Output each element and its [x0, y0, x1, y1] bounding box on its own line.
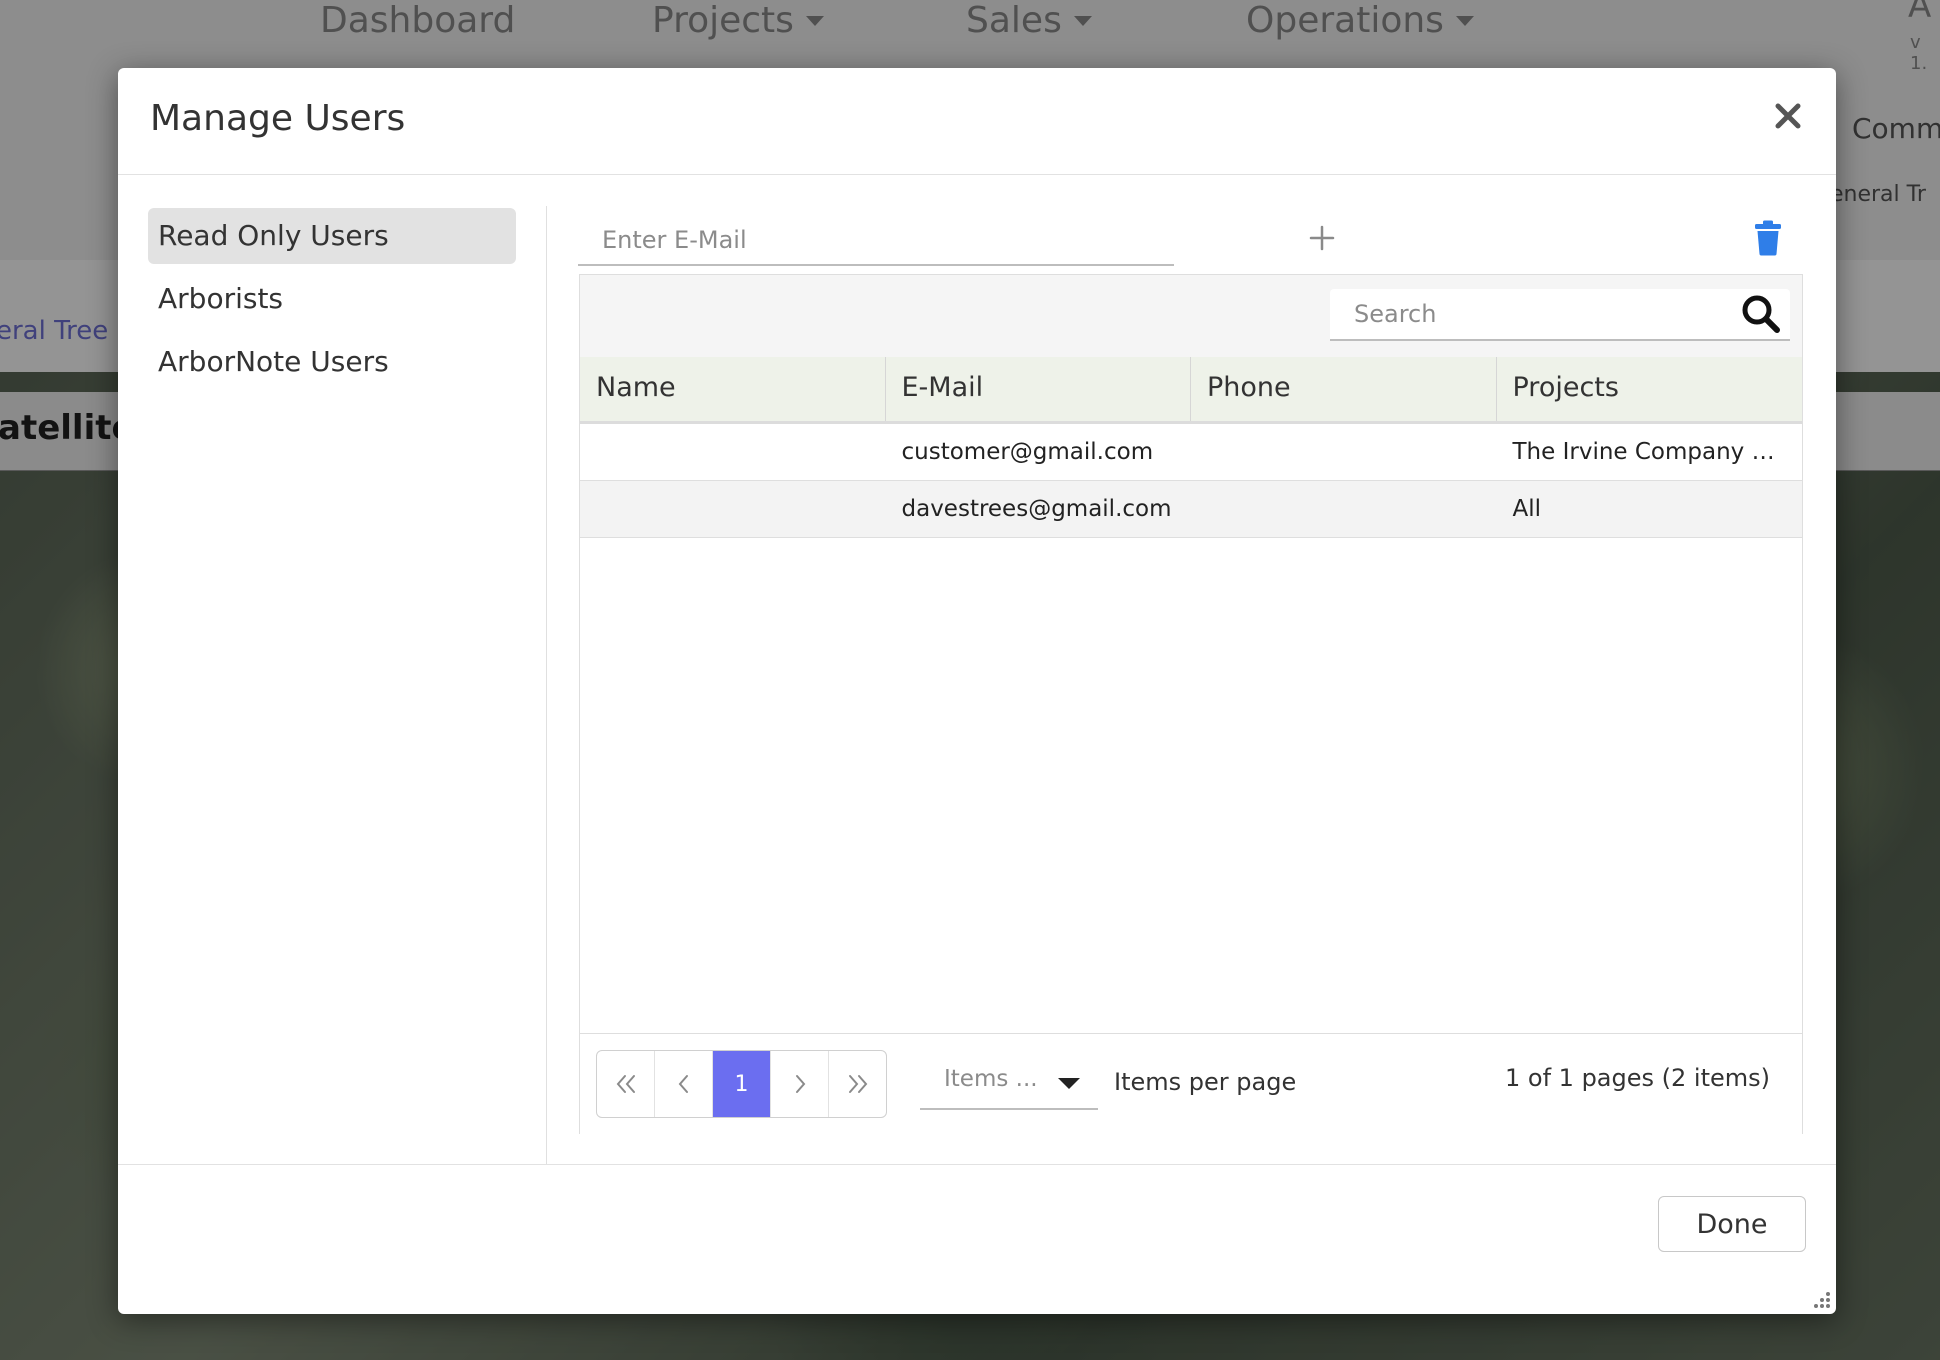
- add-user-button[interactable]: [1300, 216, 1344, 260]
- dialog-header: Manage Users: [118, 68, 1836, 175]
- items-per-page-value: Items ...: [944, 1066, 1038, 1092]
- manage-users-dialog: Manage Users Read Only Users Arborists A…: [118, 68, 1836, 1314]
- delete-user-button[interactable]: [1754, 220, 1782, 256]
- last-page-button[interactable]: [829, 1051, 886, 1117]
- chevron-right-icon: [795, 1075, 805, 1093]
- users-grid: Name E-Mail Phone Projects customer@gmai…: [579, 274, 1803, 1134]
- done-button[interactable]: Done: [1658, 1196, 1806, 1252]
- sidebar-item-read-only-users[interactable]: Read Only Users: [148, 208, 516, 264]
- cell-email: customer@gmail.com: [901, 439, 1154, 465]
- caret-down-icon: [1058, 1078, 1080, 1089]
- previous-page-button[interactable]: [655, 1051, 713, 1117]
- items-per-page-select[interactable]: Items ...: [920, 1058, 1098, 1110]
- search-box: [1330, 289, 1790, 341]
- trash-icon: [1755, 220, 1781, 256]
- items-per-page-label: Items per page: [1114, 1068, 1297, 1096]
- page-number-button[interactable]: 1: [713, 1051, 771, 1117]
- table-row[interactable]: davestrees@gmail.com All: [580, 481, 1802, 538]
- column-header-phone[interactable]: Phone: [1191, 357, 1497, 421]
- cell-email: davestrees@gmail.com: [901, 496, 1172, 522]
- cell-name: [580, 424, 886, 480]
- page-info: 1 of 1 pages (2 items): [1505, 1064, 1770, 1092]
- sidebar-item-arborists[interactable]: Arborists: [148, 271, 516, 327]
- column-header-email[interactable]: E-Mail: [886, 357, 1191, 421]
- table-header: Name E-Mail Phone Projects: [580, 357, 1802, 424]
- resize-grip-icon[interactable]: [1812, 1290, 1832, 1310]
- sidebar-item-arbornote-users[interactable]: ArborNote Users: [148, 334, 516, 390]
- next-page-button[interactable]: [771, 1051, 829, 1117]
- pagination-buttons: 1: [596, 1050, 887, 1118]
- table-body: customer@gmail.com The Irvine Company Ba…: [580, 424, 1802, 538]
- dialog-title: Manage Users: [150, 98, 406, 139]
- cell-name: [580, 481, 886, 537]
- cell-projects: The Irvine Company Ba...: [1512, 439, 1803, 465]
- cell-phone: [1191, 424, 1497, 480]
- grid-toolbar: [580, 275, 1802, 358]
- search-input[interactable]: [1330, 289, 1730, 339]
- cell-projects: All: [1512, 496, 1542, 522]
- cell-phone: [1191, 481, 1497, 537]
- footer-divider: [118, 1164, 1836, 1165]
- table-row[interactable]: customer@gmail.com The Irvine Company Ba…: [580, 424, 1802, 481]
- pagination-bar: 1 Items ... Items per page 1 of 1 pages …: [580, 1033, 1802, 1134]
- sidebar-divider: [546, 206, 547, 1164]
- double-chevron-right-icon: [848, 1075, 867, 1093]
- double-chevron-left-icon: [616, 1075, 635, 1093]
- email-input[interactable]: [578, 216, 1174, 266]
- user-type-sidebar: Read Only Users Arborists ArborNote User…: [148, 208, 516, 397]
- plus-icon: [1309, 225, 1335, 251]
- close-button[interactable]: [1768, 96, 1808, 136]
- column-header-name[interactable]: Name: [580, 357, 886, 421]
- column-header-projects[interactable]: Projects: [1497, 357, 1803, 421]
- search-icon[interactable]: [1740, 293, 1782, 335]
- first-page-button[interactable]: [597, 1051, 655, 1117]
- close-icon: [1775, 103, 1801, 129]
- chevron-left-icon: [678, 1075, 688, 1093]
